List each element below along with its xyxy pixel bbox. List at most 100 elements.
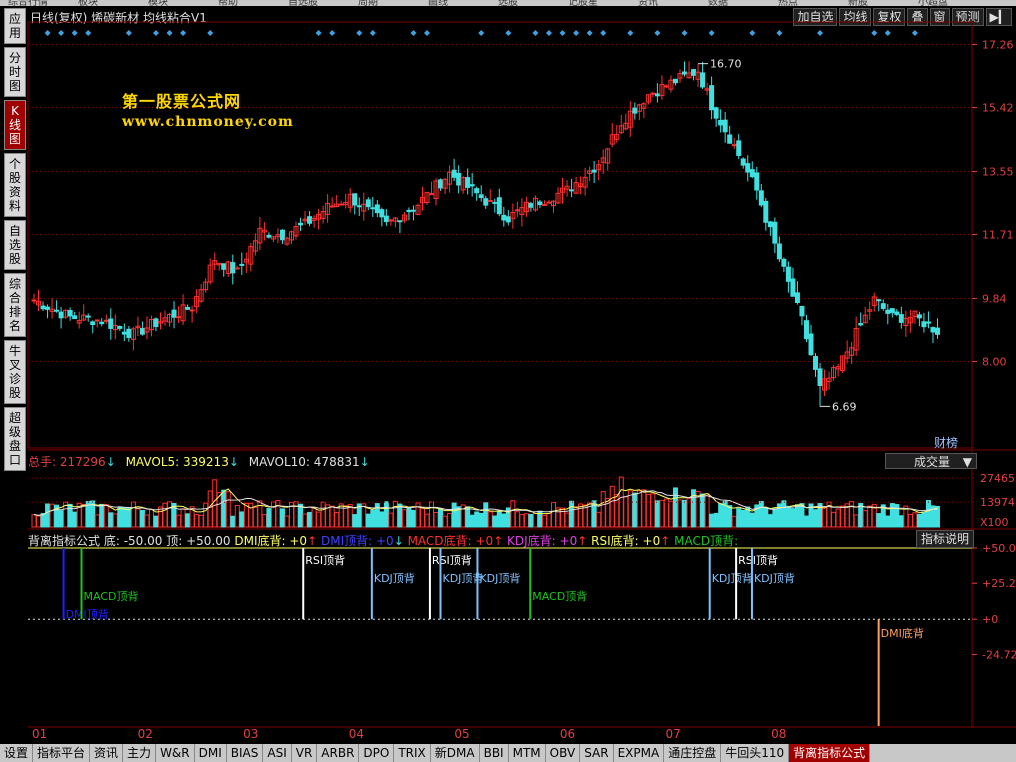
candle-body <box>754 172 760 191</box>
volume-bar <box>478 512 484 528</box>
volume-bar <box>682 499 688 528</box>
candle-body <box>776 243 782 260</box>
volume-bar <box>67 503 73 528</box>
price-axis-label: 15.42 <box>982 101 1014 114</box>
volume-bar <box>609 485 615 528</box>
divergence-signal-label: KDJ顶背 <box>374 571 415 585</box>
volume-bar <box>379 511 385 528</box>
candle-body <box>682 71 688 75</box>
volume-bar <box>849 501 855 528</box>
volume-bar <box>307 511 313 528</box>
mavol5-value: 339213 <box>183 455 229 469</box>
volume-bar <box>578 503 584 528</box>
volume-bar <box>40 513 46 528</box>
indicator-tab[interactable]: EXPMA <box>614 744 665 762</box>
candle-body <box>438 179 444 189</box>
candle-body <box>266 234 272 238</box>
volume-bar <box>81 503 87 528</box>
volume-bar <box>198 514 204 528</box>
month-label: 05 <box>454 727 470 741</box>
volume-bar <box>474 511 480 528</box>
indicator-tab[interactable]: 新DMA <box>431 744 480 762</box>
volume-bar <box>772 508 778 528</box>
month-label: 01 <box>32 727 48 741</box>
indicator-tab[interactable]: 通庄控盘 <box>664 744 722 762</box>
signal-diamond <box>424 30 431 36</box>
divergence-signal-label: DMI底背 <box>881 626 924 640</box>
volume-bar <box>370 509 376 528</box>
volume-bar <box>230 515 236 528</box>
candle-body <box>858 323 864 326</box>
candle-body <box>876 299 882 302</box>
volume-bar <box>139 509 145 528</box>
indicator-tab[interactable]: OBV <box>546 744 581 762</box>
volume-bar <box>523 513 529 528</box>
signal-diamond <box>180 30 187 36</box>
volume-bar <box>234 504 240 528</box>
signal-diamond <box>559 30 566 36</box>
indicator-tab[interactable]: BIAS <box>227 744 264 762</box>
volume-bar <box>343 505 349 528</box>
candle-body <box>379 209 385 218</box>
indicator-tab[interactable]: 指标平台 <box>33 744 91 762</box>
candle-body <box>469 184 475 187</box>
indicator-tab[interactable]: SAR <box>580 744 614 762</box>
indicator-tab[interactable]: TRIX <box>394 744 431 762</box>
indicator-tab[interactable]: DMI <box>195 744 227 762</box>
indicator-tab[interactable]: 资讯 <box>90 744 124 762</box>
indicator-tab[interactable]: 主力 <box>123 744 157 762</box>
indicator-tab[interactable]: DPO <box>359 744 395 762</box>
signal-diamond <box>478 30 485 36</box>
volume-bar <box>528 513 534 528</box>
dmi-value: +0 <box>289 534 308 548</box>
volume-bar <box>72 511 78 528</box>
volume-bar <box>831 511 837 528</box>
indicator-tab[interactable]: 背离指标公式 <box>789 744 871 762</box>
volume-bar <box>438 508 444 528</box>
indicator-tab[interactable]: W&R <box>156 744 195 762</box>
candle-body <box>894 311 900 315</box>
price-axis-label: 11.71 <box>982 229 1014 242</box>
caibang-link[interactable]: 财榜 <box>934 434 958 451</box>
arrow-up-icon: ↑ <box>660 534 671 548</box>
candle-body <box>713 107 719 119</box>
indicator-explain-button[interactable]: 指标说明 <box>916 530 974 548</box>
indicator-axis-label: +25.28 <box>982 577 1016 590</box>
indicator-tab[interactable]: 设置 <box>0 744 34 762</box>
volume-bar <box>672 487 678 528</box>
candle-body <box>731 144 737 147</box>
indicator-tab[interactable]: MTM <box>509 744 546 762</box>
divergence-signal-label: KDJ顶背 <box>712 571 753 585</box>
di-label: 底: <box>103 534 120 548</box>
volume-bar <box>388 512 394 528</box>
volume-bar <box>541 514 547 528</box>
rsi-value: +0 <box>642 534 661 548</box>
arrow-down-icon: ↓ <box>228 455 239 469</box>
price-axis-label: 8.00 <box>982 356 1007 369</box>
total-label: 总手: <box>28 455 57 469</box>
signal-diamond <box>586 30 593 36</box>
low-label: 6.69 <box>832 400 857 413</box>
volume-bar <box>641 489 647 528</box>
indicator-name: 背离指标公式 <box>28 534 101 548</box>
indicator-tab[interactable]: ASI <box>263 744 292 762</box>
divergence-signal-label: DMI顶背 <box>66 607 109 621</box>
volume-bar <box>496 510 502 528</box>
volume-bar <box>487 511 493 528</box>
indicator-tab[interactable]: BBI <box>480 744 509 762</box>
candle-body <box>799 305 805 317</box>
indicator-tab[interactable]: VR <box>292 744 318 762</box>
volume-bar <box>740 509 746 528</box>
volume-bar <box>130 501 136 528</box>
indicator-tab[interactable]: 牛回头110 <box>721 744 790 762</box>
candle-body <box>763 200 769 223</box>
candle-body <box>117 325 123 329</box>
volume-bar <box>207 490 213 528</box>
indicator-tab[interactable]: ARBR <box>317 744 360 762</box>
volume-bar <box>99 503 105 528</box>
candle-body <box>591 169 597 173</box>
watermark-title: 第一股票公式网 <box>122 92 242 111</box>
candle-body <box>700 72 706 88</box>
candle-body <box>221 263 227 270</box>
volume-indicator-select[interactable]: 成交量 ▼ <box>885 453 977 469</box>
